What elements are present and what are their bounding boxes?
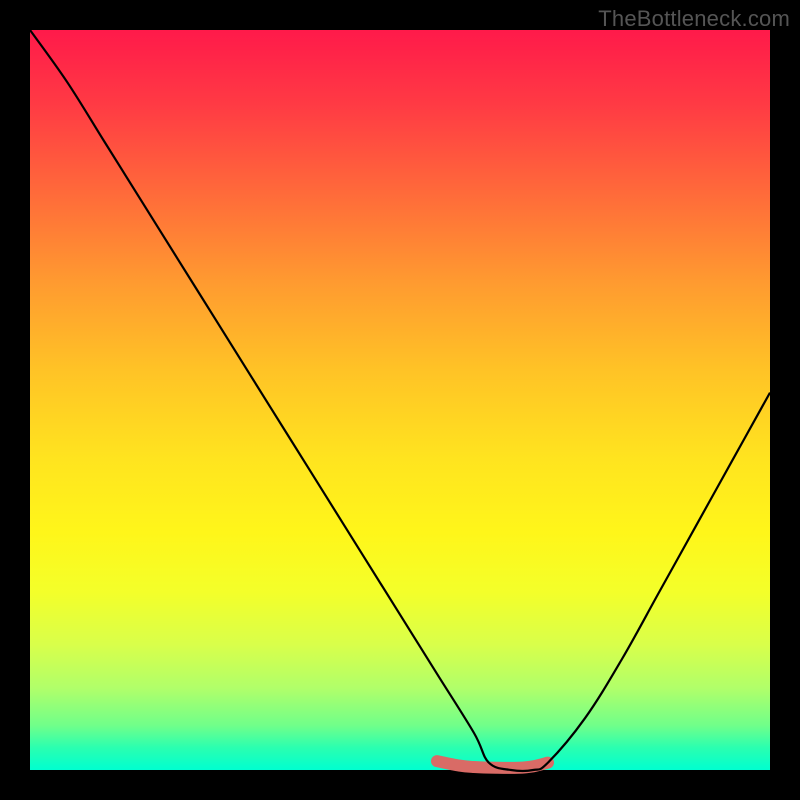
plot-area: [30, 30, 770, 770]
chart-frame: TheBottleneck.com: [0, 0, 800, 800]
bottleneck-curve: [30, 30, 770, 771]
chart-svg: [30, 30, 770, 770]
watermark-label: TheBottleneck.com: [598, 6, 790, 32]
